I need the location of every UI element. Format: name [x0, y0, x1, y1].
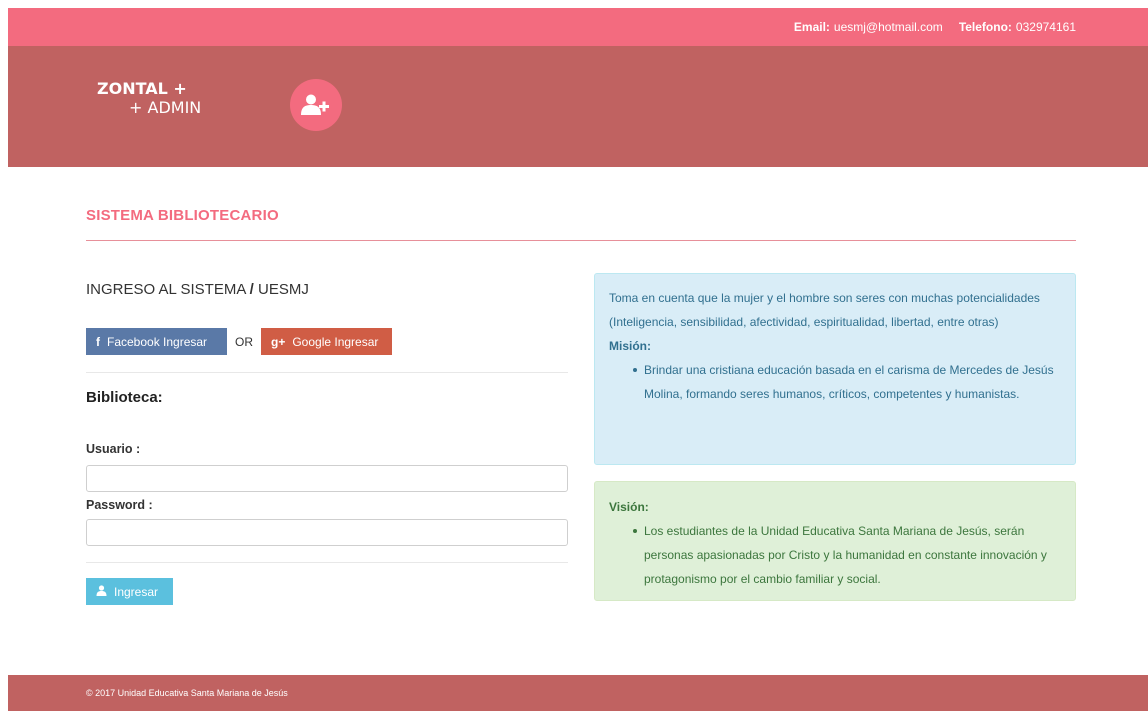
mision-item: Brindar una cristiana educación basada e… [609, 358, 1061, 406]
info-intro: Toma en cuenta que la mujer y el hombre … [609, 291, 1040, 329]
title-divider [86, 240, 1076, 241]
login-submit-label: Ingresar [114, 584, 159, 599]
facebook-login-label: Facebook Ingresar [107, 334, 208, 349]
facebook-login-button[interactable]: f Facebook Ingresar [86, 328, 227, 355]
phone-label: Telefono: [958, 20, 1012, 34]
password-input[interactable] [86, 519, 568, 546]
divider [86, 562, 568, 563]
biblioteca-heading: Biblioteca: [86, 389, 163, 406]
email-label: Email: [793, 20, 830, 34]
password-label: Password : [86, 498, 153, 512]
login-heading-school: UESMJ [258, 281, 309, 298]
brand-logo[interactable]: ZONTAL + + ADMIN [97, 79, 201, 117]
facebook-icon: f [96, 334, 100, 349]
mission-info-box: Toma en cuenta que la mujer y el hombre … [594, 273, 1076, 465]
login-heading-separator: / [249, 281, 254, 298]
or-separator: OR [235, 335, 253, 349]
login-submit-button[interactable]: Ingresar [86, 578, 173, 605]
page-title: SISTEMA BIBLIOTECARIO [86, 207, 279, 224]
brand-line-2: + ADMIN [129, 98, 202, 117]
page: Email: uesmj@hotmail.com Telefono: 03297… [0, 0, 1148, 711]
login-heading: INGRESO AL SISTEMA / UESMJ [86, 281, 309, 298]
header-banner: ZONTAL + + ADMIN [8, 46, 1148, 167]
login-heading-text: INGRESO AL SISTEMA [86, 281, 246, 298]
email-value: uesmj@hotmail.com [833, 20, 943, 34]
contact-phone: Telefono: 032974161 [959, 20, 1076, 34]
top-contact-bar: Email: uesmj@hotmail.com Telefono: 03297… [8, 8, 1148, 46]
vision-label: Visión: [609, 500, 649, 514]
footer-copyright: © 2017 Unidad Educativa Santa Mariana de… [86, 688, 288, 698]
vision-info-box: Visión: Los estudiantes de la Unidad Edu… [594, 481, 1076, 601]
google-login-button[interactable]: g+ Google Ingresar [261, 328, 392, 355]
usuario-label: Usuario : [86, 442, 141, 456]
google-login-label: Google Ingresar [292, 334, 379, 349]
usuario-input[interactable] [86, 465, 568, 492]
footer: © 2017 Unidad Educativa Santa Mariana de… [8, 675, 1148, 711]
add-user-icon [290, 79, 342, 131]
contact-email: Email: uesmj@hotmail.com [794, 20, 943, 34]
user-icon [96, 584, 107, 599]
divider [86, 372, 568, 373]
vision-item: Los estudiantes de la Unidad Educativa S… [609, 519, 1061, 591]
brand-line-1: ZONTAL + [97, 79, 187, 98]
mision-label: Misión: [609, 339, 651, 353]
google-plus-icon: g+ [271, 334, 286, 349]
phone-value: 032974161 [1015, 20, 1076, 34]
